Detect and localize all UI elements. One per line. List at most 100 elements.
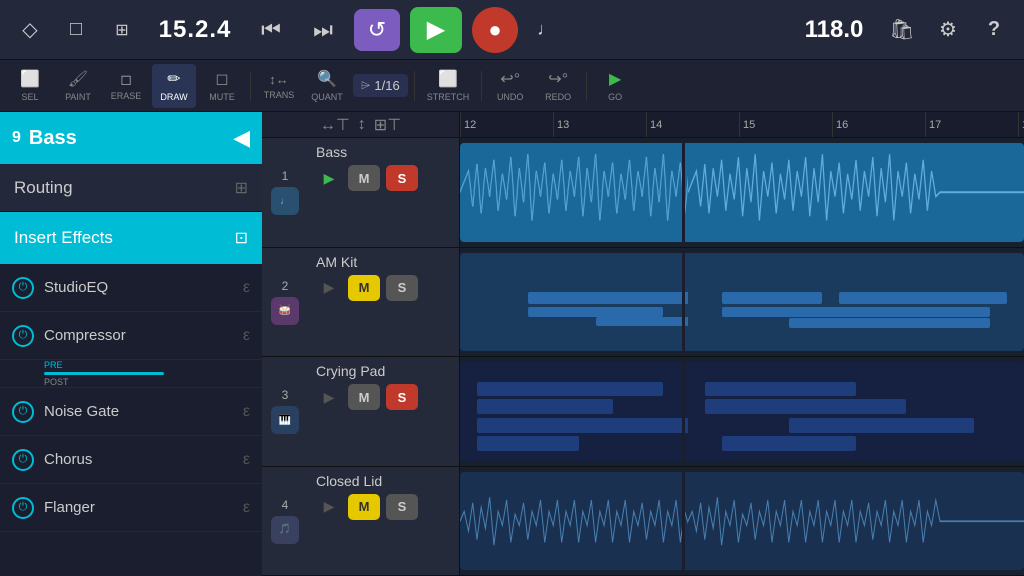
tool-undo[interactable]: ↩° UNDO — [488, 64, 532, 108]
compressor-edit-icon[interactable]: ε — [243, 327, 250, 345]
closedlid-icon[interactable]: 🎵 — [271, 516, 299, 544]
amkit-waveform[interactable] — [460, 248, 1024, 357]
logo-icon[interactable]: ◇ — [12, 12, 48, 48]
playhead-gap — [682, 138, 685, 247]
effect-compressor[interactable]: ⏻ Compressor ε — [0, 312, 262, 360]
record-button[interactable]: ● — [472, 7, 518, 53]
go-icon: ▶ — [609, 69, 621, 89]
channel-strip-bass: 1 ♩ Bass ▶ M S — [262, 138, 460, 247]
fit-icon[interactable]: ⊞⊤ — [374, 115, 401, 135]
collapse-icon[interactable]: ↔⊤ — [320, 115, 350, 135]
tool-quant[interactable]: 🔍 QUANT — [305, 64, 349, 108]
flanger-name: Flanger — [44, 499, 233, 516]
effect-chorus[interactable]: ⏻ Chorus ε — [0, 436, 262, 484]
effect-noisegate[interactable]: ⏻ Noise Gate ε — [0, 388, 262, 436]
noisegate-edit-icon[interactable]: ε — [243, 403, 250, 421]
studioeq-power-icon[interactable]: ⏻ — [12, 277, 34, 299]
track-num-amkit: 2 — [282, 279, 289, 293]
play-button[interactable]: ▶ — [410, 7, 462, 53]
ruler-mark-15: 15 — [743, 119, 755, 131]
quantize-value[interactable]: ⌲ 1/16 — [353, 74, 408, 97]
tool-paint[interactable]: 🖌 PAINT — [56, 64, 100, 108]
settings-button[interactable]: ⚙ — [930, 12, 966, 48]
tool-stretch[interactable]: ⬜ STRETCH — [421, 64, 476, 108]
amkit-play-button[interactable]: ▶ — [316, 275, 342, 301]
ruler-mark-12: 12 — [464, 119, 476, 131]
left-panel: 9 Bass ◀ Routing ⊞ Insert Effects ⊡ ⏻ St… — [0, 112, 262, 576]
closedlid-play-button[interactable]: ▶ — [316, 494, 342, 520]
insert-effects-icon: ⊡ — [235, 228, 248, 248]
amkit-solo-button[interactable]: S — [386, 275, 418, 301]
routing-label: Routing — [14, 178, 235, 198]
ruler-row: ↔⊤ ↕ ⊞⊤ 12 13 14 15 16 17 18 — [262, 112, 1024, 138]
tool-mute[interactable]: ◻ MUTE — [200, 64, 244, 108]
pad-mute-button[interactable]: M — [348, 384, 380, 410]
pad-icon[interactable]: 🎹 — [271, 406, 299, 434]
insert-effects-row[interactable]: Insert Effects ⊡ — [0, 212, 262, 264]
bass-play-button[interactable]: ▶ — [316, 165, 342, 191]
amkit-icon[interactable]: 🥁 — [271, 297, 299, 325]
bass-waveform[interactable] — [460, 138, 1024, 247]
tool-sel[interactable]: ⬜ SEL — [8, 64, 52, 108]
tool-go[interactable]: ▶ GO — [593, 64, 637, 108]
track-row-closedlid: 4 🎵 Closed Lid ▶ M S — [262, 467, 1024, 576]
flanger-power-icon[interactable]: ⏻ — [12, 497, 34, 519]
bpm-value[interactable]: 118.0 — [794, 16, 874, 44]
ruler-mark-13: 13 — [557, 119, 569, 131]
amkit-seg2 — [688, 253, 1024, 352]
chorus-edit-icon[interactable]: ε — [243, 451, 250, 469]
back-arrow-icon[interactable]: ◀ — [233, 125, 250, 151]
closedlid-mute-button[interactable]: M — [348, 494, 380, 520]
strip-header-controls: ↔⊤ ↕ ⊞⊤ — [262, 112, 460, 138]
chorus-power-icon[interactable]: ⏻ — [12, 449, 34, 471]
strip-num-bass: 1 ♩ — [262, 138, 308, 247]
closedlid-waveform[interactable] — [460, 467, 1024, 576]
help-button[interactable]: ? — [976, 12, 1012, 48]
position-display: 15.2.4 — [150, 16, 240, 44]
store-button[interactable]: 🛍 — [884, 12, 920, 48]
toolbar-separator-3 — [481, 71, 482, 101]
second-toolbar: ⬜ SEL 🖌 PAINT ◻ ERASE ✏ DRAW ◻ MUTE ↕↔ T… — [0, 60, 1024, 112]
loop-button[interactable]: ↺ — [354, 9, 400, 51]
bass-solo-button[interactable]: S — [386, 165, 418, 191]
bass-track-name: Bass — [316, 144, 451, 160]
tool-draw-erase[interactable]: ◻ ERASE — [104, 64, 148, 108]
amkit-mute-button[interactable]: M — [348, 275, 380, 301]
closedlid-solo-button[interactable]: S — [386, 494, 418, 520]
top-toolbar: ◇ □ ⊞ 15.2.4 ⏮ ⏭ ↺ ▶ ● ♩ 118.0 🛍 ⚙ ? — [0, 0, 1024, 60]
pad-play-button[interactable]: ▶ — [316, 384, 342, 410]
ruler-mark-14: 14 — [650, 119, 662, 131]
track-header[interactable]: 9 Bass ◀ — [0, 112, 262, 164]
effect-flanger[interactable]: ⏻ Flanger ε — [0, 484, 262, 532]
ruler-mark-17: 17 — [929, 119, 941, 131]
compressor-power-icon[interactable]: ⏻ — [12, 325, 34, 347]
channel-strip-closedlid: 4 🎵 Closed Lid ▶ M S — [262, 467, 460, 576]
draw-icon: ✏ — [167, 69, 180, 89]
amkit-track-name: AM Kit — [316, 254, 451, 270]
metronome-button[interactable]: ♩ — [528, 12, 564, 48]
stop-button[interactable]: □ — [58, 12, 94, 48]
tool-trans[interactable]: ↕↔ TRANS — [257, 64, 301, 108]
tool-draw[interactable]: ✏ DRAW — [152, 64, 196, 108]
tool-redo[interactable]: ↪° REDO — [536, 64, 580, 108]
routing-row[interactable]: Routing ⊞ — [0, 164, 262, 212]
flanger-edit-icon[interactable]: ε — [243, 499, 250, 517]
compressor-name: Compressor — [44, 327, 233, 344]
undo-icon: ↩° — [500, 69, 520, 89]
bass-icon[interactable]: ♩ — [271, 187, 299, 215]
studioeq-edit-icon[interactable]: ε — [243, 279, 250, 297]
noisegate-power-icon[interactable]: ⏻ — [12, 401, 34, 423]
pad-controls: Crying Pad ▶ M S — [308, 357, 459, 466]
expand-icon[interactable]: ↕ — [358, 116, 366, 134]
effect-studioeq[interactable]: ⏻ StudioEQ ε — [0, 264, 262, 312]
pad-waveform[interactable] — [460, 357, 1024, 466]
paint-icon: 🖌 — [68, 69, 88, 89]
amkit-controls: AM Kit ▶ M S — [308, 248, 459, 357]
rewind-button[interactable]: ⏮ — [250, 9, 292, 51]
studioeq-name: StudioEQ — [44, 279, 233, 296]
forward-button[interactable]: ⏭ — [302, 9, 344, 51]
bass-controls: Bass ▶ M S — [308, 138, 459, 247]
pad-solo-button[interactable]: S — [386, 384, 418, 410]
mixer-button[interactable]: ⊞ — [104, 12, 140, 48]
bass-mute-button[interactable]: M — [348, 165, 380, 191]
